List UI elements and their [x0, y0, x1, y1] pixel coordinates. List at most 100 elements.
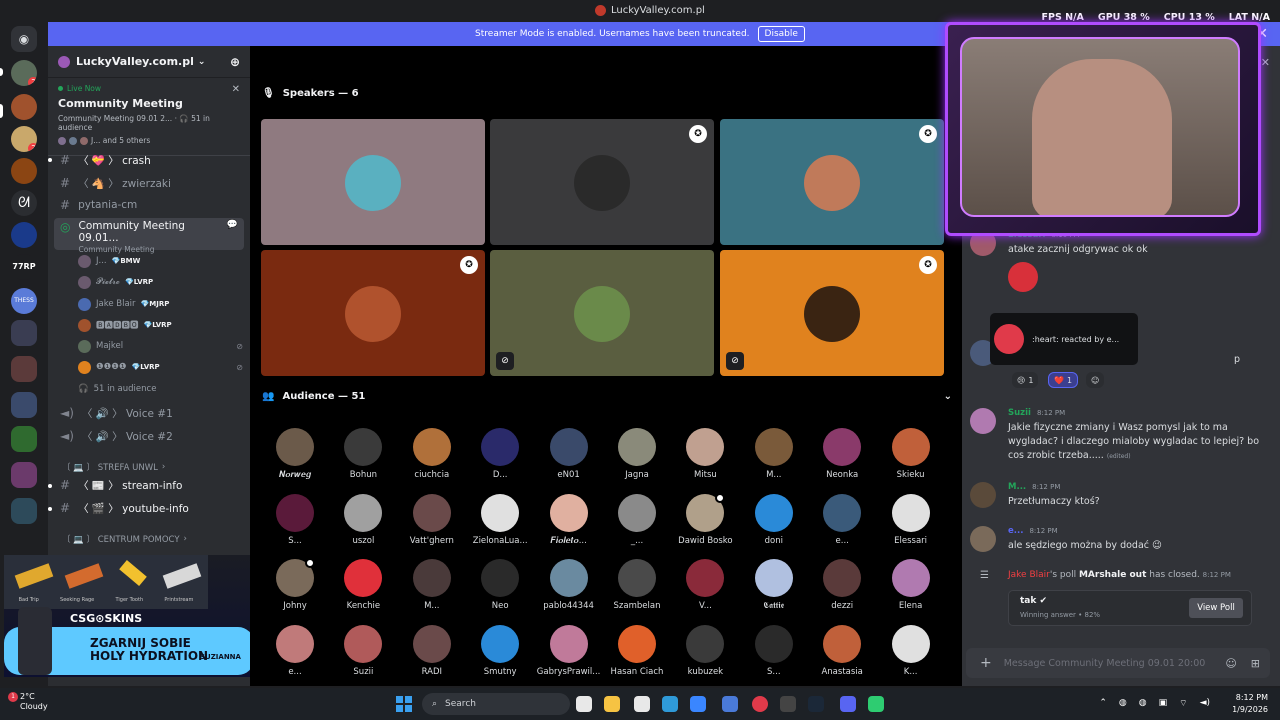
audience-member[interactable]: V...	[671, 559, 739, 611]
audience-member[interactable]: D...	[466, 428, 534, 480]
add-member-icon[interactable]: ⊕	[230, 55, 240, 69]
chevron-down-icon[interactable]: ⌄	[944, 391, 952, 402]
stage-user[interactable]: Majkel ⊘	[78, 338, 243, 354]
audience-member[interactable]: kubuzek	[671, 624, 739, 677]
weather-widget[interactable]: 1 2°C Cloudy	[8, 692, 48, 712]
server-icon[interactable]	[11, 94, 37, 120]
channel-zwierzaki[interactable]: # 〈 🐴 〉 zwierzaki	[54, 173, 244, 193]
speakers-header[interactable]: 🎙Speakers — 6⌄	[262, 88, 952, 99]
view-poll-button[interactable]: View Poll	[1189, 598, 1243, 618]
stage-user[interactable]: ❶❶❶❶ 💎LVRP ⊘	[78, 359, 243, 375]
server-header[interactable]: LuckyValley.com.pl ⌄ ⊕	[48, 46, 250, 78]
server-folder-icon[interactable]	[11, 462, 37, 488]
audience-member[interactable]: ciuchcia	[398, 428, 466, 480]
copilot-icon[interactable]	[604, 696, 620, 712]
reaction-heart[interactable]: ❤️ 1	[1048, 372, 1079, 388]
audience-member[interactable]: _...	[603, 493, 671, 546]
server-icon[interactable]	[11, 222, 37, 248]
opera-gx-icon[interactable]	[752, 696, 768, 712]
stage-channel[interactable]: ◎ Community Meeting 09.01... Community Me…	[54, 218, 244, 254]
audience-member[interactable]: Elena	[877, 559, 945, 611]
audience-member[interactable]: Johny	[261, 558, 329, 611]
tray-app-icon[interactable]: ◍	[1139, 698, 1147, 709]
audience-member[interactable]: dezzi	[808, 559, 876, 611]
server-icon[interactable]: 2	[11, 126, 37, 152]
channel-pytania-cm[interactable]: # pytania-cm	[54, 195, 244, 215]
speaker-tile[interactable]: ⊘	[490, 250, 714, 376]
stage-audience-count[interactable]: 🎧 51 in audience	[78, 381, 243, 397]
app-icon[interactable]	[868, 696, 884, 712]
speaker-tile[interactable]: ✪	[720, 119, 944, 245]
wifi-icon[interactable]: ⌔	[1179, 698, 1187, 709]
avatar[interactable]	[970, 408, 996, 434]
audience-member[interactable]: Dawid Bosko	[671, 492, 739, 546]
voice-channel-2[interactable]: ◄) 〈 🔊 〉 Voice #2	[54, 426, 244, 446]
volume-icon[interactable]: ◄)	[1200, 698, 1210, 709]
clock[interactable]: 8:12 PM 1/9/2026	[1232, 692, 1268, 716]
emoji-picker-icon[interactable]: ☺	[1225, 657, 1236, 670]
audience-member[interactable]: Suzii	[329, 624, 397, 677]
audience-member[interactable]: Elessari	[877, 493, 945, 546]
server-icon[interactable]: 77RP	[11, 254, 37, 280]
audience-member[interactable]: S...	[261, 493, 329, 546]
close-chat-icon[interactable]: ✕	[1261, 56, 1270, 69]
apps-icon[interactable]: ⊞	[1251, 657, 1260, 670]
audience-member[interactable]: Bohun	[329, 428, 397, 480]
category-centrum-pomocy[interactable]: 〔 💻 〕 CENTRUM POMOCY ›	[62, 533, 187, 545]
tray-app-icon[interactable]: ◍	[1119, 698, 1127, 709]
audience-member[interactable]: uszol	[329, 493, 397, 546]
server-folder-icon[interactable]	[11, 320, 37, 346]
stage-user[interactable]: Jake Blair 💎MJRP	[78, 296, 243, 312]
server-folder-icon[interactable]	[11, 392, 37, 418]
audience-member[interactable]: 𝑵𝒐𝒓𝒘𝒆𝒈	[261, 428, 329, 480]
audience-member[interactable]: Szambelan	[603, 559, 671, 611]
server-icon[interactable]	[11, 158, 37, 184]
avatar[interactable]	[970, 526, 996, 552]
audience-member[interactable]: 𝕮𝖆𝖙𝖙𝖎𝖊	[740, 559, 808, 611]
audience-member[interactable]: Hasan Ciach	[603, 624, 671, 677]
channel-crash[interactable]: # 〈 💝 〉 crash	[54, 150, 244, 170]
start-button[interactable]	[396, 696, 412, 712]
audience-member[interactable]: Skieku	[877, 428, 945, 480]
discord-taskbar-icon[interactable]	[840, 696, 856, 712]
plus-icon[interactable]: +	[980, 655, 992, 671]
discord-home-icon[interactable]: ◉	[11, 26, 37, 52]
audience-member[interactable]: eN01	[535, 428, 603, 480]
channel-youtube-info[interactable]: # 〈 🎬 〉 youtube-info	[54, 498, 244, 518]
app-icon[interactable]	[722, 696, 738, 712]
taskbar-search[interactable]: ⌕ Search	[422, 693, 570, 715]
app-icon[interactable]	[780, 696, 796, 712]
audience-member[interactable]: e...	[261, 624, 329, 677]
stage-user[interactable]: J... 💎BMW	[78, 253, 243, 269]
audience-member[interactable]: Mitsu	[671, 428, 739, 480]
speaker-tile[interactable]	[261, 119, 485, 245]
audience-member[interactable]: ZielonaLua...	[466, 493, 534, 546]
add-reaction-icon[interactable]: ☺	[1086, 372, 1104, 388]
channel-stream-info[interactable]: # 〈 📰 〉 stream-info	[54, 475, 244, 495]
speaker-tile[interactable]: ✪	[490, 119, 714, 245]
audience-member[interactable]: Neo	[466, 559, 534, 611]
audience-member[interactable]: Jagna	[603, 428, 671, 480]
audience-header[interactable]: 👥 Audience — 51 ⌄	[262, 391, 952, 402]
message-input[interactable]: + Message Community Meeting 09.01 20:00 …	[966, 648, 1270, 678]
close-icon[interactable]: ✕	[232, 84, 240, 95]
audience-member[interactable]: Smutny	[466, 624, 534, 677]
reaction-cry[interactable]: 😢 1	[1012, 372, 1039, 388]
audience-member[interactable]: Kenchie	[329, 559, 397, 611]
audience-member[interactable]: Anastasia	[808, 624, 876, 677]
chevron-up-icon[interactable]: ⌃	[1099, 698, 1107, 709]
stage-user[interactable]: 🅱🅰🅳🅱🅾 💎LVRP	[78, 317, 243, 333]
audience-member[interactable]: M...	[740, 428, 808, 480]
steam-icon[interactable]	[808, 696, 824, 712]
audience-member[interactable]: M...	[398, 559, 466, 611]
tray-app-icon[interactable]: ▣	[1159, 698, 1168, 709]
audience-member[interactable]: pablo44344	[535, 559, 603, 611]
server-folder-icon[interactable]	[11, 356, 37, 382]
stage-user[interactable]: 𝓟𝓲𝓮𝓽𝓻𝓸 💎LVRP	[78, 274, 243, 290]
speaker-tile[interactable]: ✪ ⊘	[720, 250, 944, 376]
audience-member[interactable]: 𝑭𝒊𝒐𝒍𝒆𝒕𝒐...	[535, 493, 603, 546]
audience-member[interactable]: S...	[740, 624, 808, 677]
server-folder-icon[interactable]	[11, 498, 37, 524]
chat-bubble-icon[interactable]: 💬	[227, 220, 238, 230]
speaker-tile[interactable]: ✪	[261, 250, 485, 376]
